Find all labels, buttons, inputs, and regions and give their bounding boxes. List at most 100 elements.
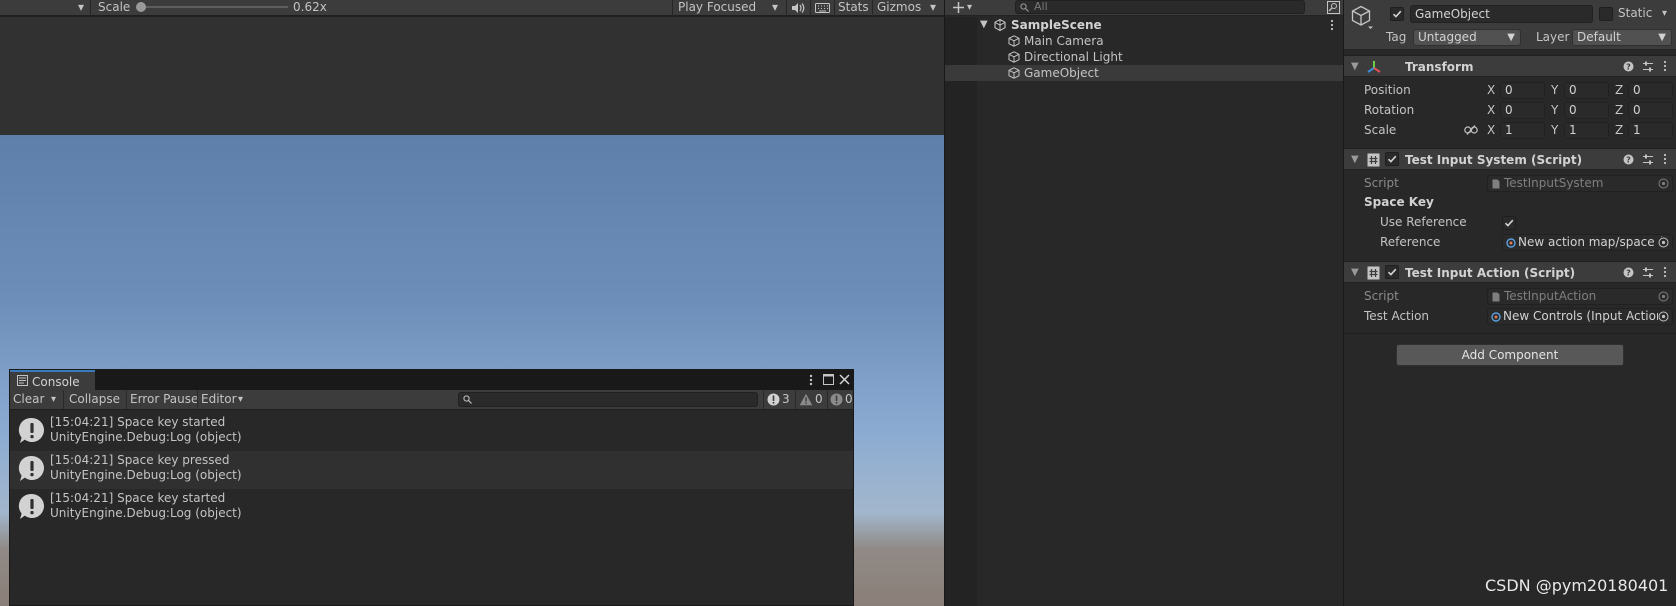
console-search-input[interactable] (458, 392, 758, 407)
object-picker-icon[interactable] (1658, 237, 1669, 248)
axis-x-label: X (1487, 103, 1496, 117)
more-options-icon[interactable] (1663, 60, 1667, 72)
test-action-label: Test Action (1364, 309, 1430, 323)
hierarchy-item-gameobject[interactable]: GameObject (945, 65, 1343, 81)
help-icon[interactable]: ? (1623, 154, 1634, 165)
rotation-z-field[interactable]: 0 (1628, 102, 1673, 119)
info-log-icon[interactable] (767, 393, 780, 406)
more-options-icon[interactable] (809, 374, 813, 386)
more-options-icon[interactable] (1663, 153, 1667, 165)
maximize-icon[interactable] (823, 374, 834, 385)
use-reference-checkbox[interactable] (1502, 216, 1516, 230)
help-icon[interactable]: ? (1623, 267, 1634, 278)
search-icon (1020, 3, 1029, 12)
scale-slider-handle[interactable] (136, 2, 146, 12)
info-message-icon (18, 493, 46, 521)
log-entry[interactable]: [15:04:21] Space key started UnityEngine… (10, 413, 853, 451)
component-enabled-checkbox[interactable] (1385, 152, 1399, 166)
gizmos-button[interactable]: Gizmos (877, 0, 921, 16)
axis-y-label: Y (1551, 123, 1559, 137)
static-label: Static (1618, 6, 1653, 20)
search-placeholder: All (1034, 0, 1048, 13)
play-mode-dropdown[interactable]: Play Focused (678, 0, 756, 16)
close-icon[interactable] (839, 374, 850, 385)
toolbar-divider (197, 390, 198, 409)
error-pause-button[interactable]: Error Pause (130, 390, 198, 409)
transform-header[interactable]: ▼ Transform ? (1344, 55, 1676, 77)
reference-field[interactable]: New action map/space ( (1502, 234, 1673, 251)
layer-dropdown[interactable]: Default ▼ (1572, 29, 1672, 46)
hierarchy-item-main-camera[interactable]: Main Camera (945, 33, 1343, 49)
help-icon[interactable]: ? (1623, 61, 1634, 72)
keyboard-icon[interactable] (815, 2, 830, 14)
active-checkbox[interactable] (1390, 7, 1404, 21)
mute-audio-icon[interactable] (791, 2, 805, 14)
script-field: TestInputAction (1487, 288, 1673, 305)
scale-slider-track[interactable] (140, 6, 288, 8)
warning-icon[interactable] (799, 393, 813, 406)
position-z-field[interactable]: 0 (1628, 82, 1673, 99)
position-x-field[interactable]: 0 (1500, 82, 1545, 99)
script-file-icon (1492, 179, 1500, 189)
chevron-down-icon[interactable]: ▾ (238, 390, 243, 409)
tab-console[interactable]: Console (10, 370, 95, 390)
script-field: TestInputSystem (1487, 175, 1673, 192)
constrain-proportions-link-icon[interactable] (1464, 125, 1478, 135)
stats-button[interactable]: Stats (838, 0, 869, 16)
rotation-label: Rotation (1364, 103, 1415, 117)
add-icon[interactable] (952, 1, 965, 14)
scale-y-field[interactable]: 1 (1564, 122, 1609, 139)
log-source: UnityEngine.Debug:Log (object) (50, 468, 242, 482)
tag-dropdown[interactable]: Untagged ▼ (1413, 29, 1521, 46)
static-checkbox[interactable] (1599, 7, 1613, 21)
axis-x-label: X (1487, 123, 1496, 137)
component-enabled-checkbox[interactable] (1385, 265, 1399, 279)
foldout-arrow-icon[interactable]: ▼ (980, 17, 988, 33)
scale-z-field[interactable]: 1 (1628, 122, 1673, 139)
position-y-field[interactable]: 0 (1564, 82, 1609, 99)
display-dropdown-arrow[interactable]: ▾ (78, 0, 84, 16)
test-input-action-header[interactable]: ▼ Test Input Action (Script) ? (1344, 261, 1676, 283)
presets-icon[interactable] (1642, 267, 1654, 278)
gameobject-cube-icon (1008, 51, 1020, 63)
clear-options-dropdown[interactable]: ▾ (51, 390, 56, 409)
chevron-down-icon[interactable]: ▾ (930, 0, 936, 16)
tag-label: Tag (1386, 30, 1407, 44)
error-icon[interactable] (830, 393, 843, 406)
reference-value: New action map/space ( (1518, 235, 1664, 249)
toolbar-divider (63, 390, 64, 409)
test-input-action-title: Test Input Action (Script) (1405, 266, 1576, 280)
more-options-icon[interactable] (1663, 266, 1667, 278)
log-entry[interactable]: [15:04:21] Space key pressed UnityEngine… (10, 451, 853, 489)
clear-button[interactable]: Clear (13, 390, 44, 409)
scale-x-field[interactable]: 1 (1500, 122, 1545, 139)
presets-icon[interactable] (1642, 61, 1654, 72)
add-component-button[interactable]: Add Component (1396, 344, 1624, 366)
foldout-arrow-icon[interactable]: ▼ (1351, 58, 1359, 76)
hierarchy-panel: ▾ All ▼ SampleScene Main Camera Directio… (944, 0, 1344, 606)
object-name-field[interactable]: GameObject (1410, 5, 1593, 23)
collapse-button[interactable]: Collapse (69, 390, 120, 409)
hierarchy-search-input[interactable]: All (1015, 0, 1305, 14)
rotation-x-field[interactable]: 0 (1500, 102, 1545, 119)
chevron-down-icon[interactable]: ▾ (1662, 5, 1667, 22)
hierarchy-item-directional-light[interactable]: Directional Light (945, 49, 1343, 65)
foldout-arrow-icon[interactable]: ▼ (1351, 264, 1359, 282)
more-options-icon[interactable] (1330, 19, 1334, 31)
object-picker-icon[interactable] (1658, 311, 1669, 322)
test-action-field[interactable]: New Controls (Input Action (1487, 308, 1673, 325)
search-scene-icon[interactable] (1327, 1, 1340, 14)
toolbar-divider (795, 390, 796, 409)
presets-icon[interactable] (1642, 154, 1654, 165)
scene-row[interactable]: ▼ SampleScene (945, 17, 1343, 33)
chevron-down-icon[interactable]: ▾ (967, 0, 972, 15)
editor-dropdown[interactable]: Editor (201, 390, 237, 409)
chevron-down-icon[interactable]: ▾ (772, 0, 778, 16)
gameobject-large-icon[interactable] (1351, 5, 1373, 29)
test-input-system-header[interactable]: ▼ Test Input System (Script) ? (1344, 148, 1676, 170)
rotation-y-field[interactable]: 0 (1564, 102, 1609, 119)
log-entry[interactable]: [15:04:21] Space key started UnityEngine… (10, 489, 853, 527)
foldout-arrow-icon[interactable]: ▼ (1351, 151, 1359, 169)
svg-text:?: ? (1626, 268, 1631, 277)
toolbar-divider (872, 0, 873, 16)
